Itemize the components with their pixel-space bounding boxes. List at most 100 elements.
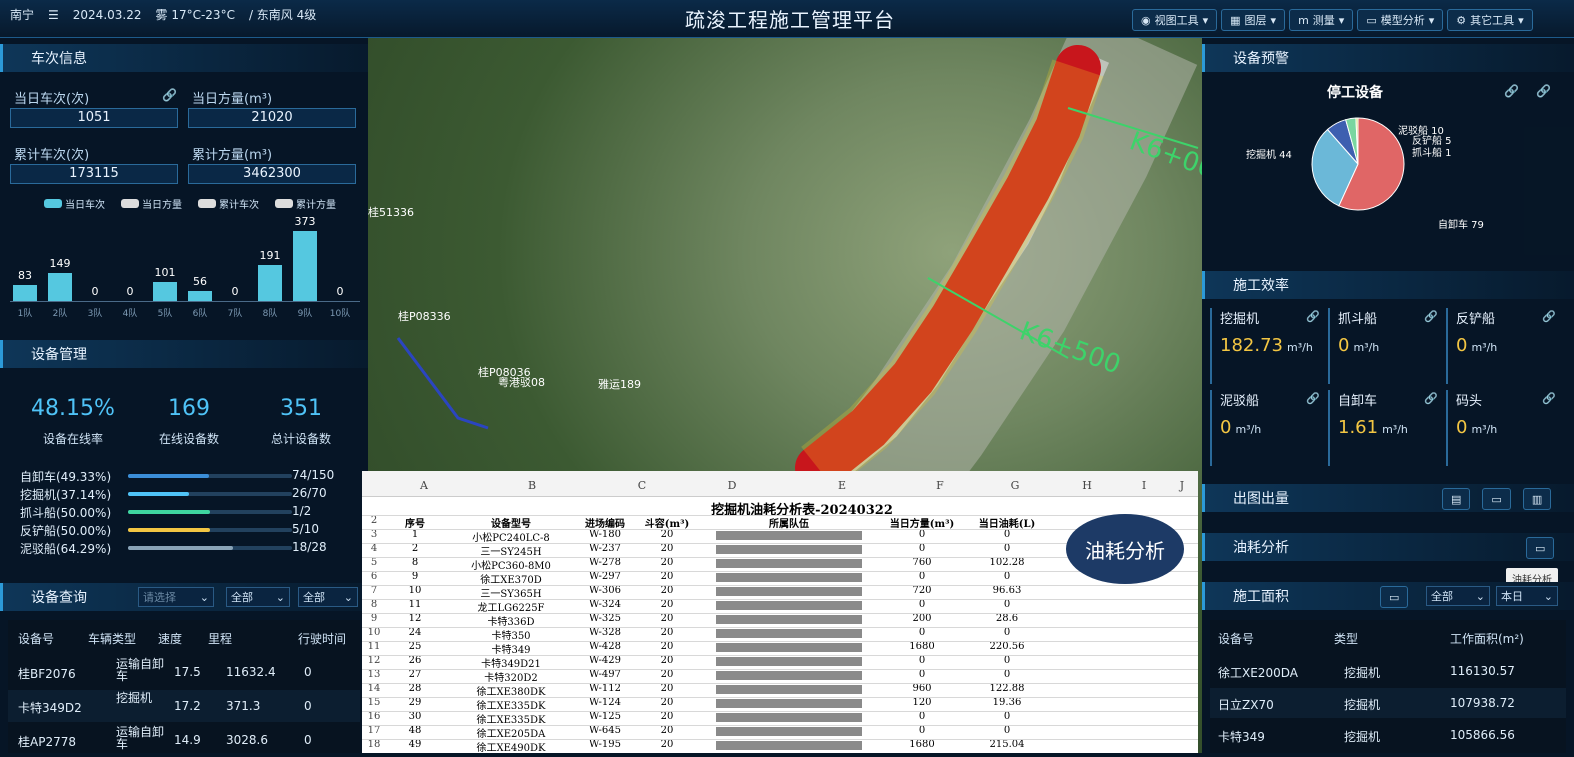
sheet-cell[interactable]: W-180 [578, 529, 632, 540]
sheet-cell[interactable]: 20 [632, 655, 702, 666]
sheet-cell[interactable]: 27 [386, 669, 444, 680]
row-number[interactable]: 4 [364, 543, 384, 554]
sheet-cell[interactable]: 10 [386, 585, 444, 596]
sheet-header-cell[interactable]: 设备型号 [444, 515, 578, 530]
sheet-cell[interactable]: 20 [632, 641, 702, 652]
sheet-cell[interactable]: 9 [386, 571, 444, 582]
team-select[interactable]: 全部 ⌄ [298, 587, 358, 607]
link-icon[interactable]: 🔗 [1306, 310, 1320, 323]
sheet-cell[interactable]: W-124 [578, 697, 632, 708]
sheet-cell[interactable]: 小松PC360-8M0 [444, 557, 578, 572]
status-select[interactable]: 全部 ⌄ [226, 587, 290, 607]
sheet-cell[interactable]: 0 [876, 571, 968, 582]
sheet-cell[interactable]: 0 [876, 725, 968, 736]
sheet-cell[interactable]: 20 [632, 739, 702, 750]
toolbar-button[interactable]: ▦ 图层 ▾ [1221, 9, 1286, 31]
table-row[interactable]: 桂BF2076 运输自卸车 17.5 11632.4 0 [8, 656, 360, 688]
sheet-cell[interactable]: 30 [386, 711, 444, 722]
screen-icon[interactable]: ▭ [1380, 586, 1409, 608]
sheet-cell[interactable]: 徐工XE370D [444, 571, 578, 586]
screen-icon[interactable]: ▭ [1482, 488, 1511, 510]
chart-bar[interactable] [293, 231, 317, 301]
row-number[interactable]: 8 [364, 599, 384, 610]
sheet-cell[interactable]: 徐工XE380DK [444, 683, 578, 698]
document-icon[interactable]: ▤ [1442, 488, 1471, 510]
column-letter[interactable]: C [602, 479, 682, 492]
sheet-cell[interactable]: W-428 [578, 641, 632, 652]
area-period-select[interactable]: 本日 ⌄ [1496, 586, 1558, 606]
sheet-cell[interactable]: 48 [386, 725, 444, 736]
sheet-cell[interactable]: 20 [632, 543, 702, 554]
sheet-cell[interactable]: 0 [968, 669, 1046, 680]
table-row[interactable]: 卡特349D2 挖掘机 17.2 371.3 0 [8, 690, 360, 722]
sheet-cell[interactable]: 0 [876, 711, 968, 722]
sheet-cell[interactable]: 0 [968, 571, 1046, 582]
legend-item[interactable]: 当日车次 [44, 196, 105, 211]
legend-item[interactable]: 当日方量 [121, 196, 182, 211]
sheet-cell[interactable]: W-306 [578, 585, 632, 596]
sheet-cell[interactable]: 0 [876, 543, 968, 554]
row-number[interactable]: 7 [364, 585, 384, 596]
sheet-cell[interactable]: 0 [876, 529, 968, 540]
link-icon[interactable]: 🔗 [1542, 310, 1556, 323]
chart-bar[interactable] [188, 290, 212, 301]
sheet-cell[interactable]: 徐工XE490DK [444, 739, 578, 754]
sheet-cell[interactable]: 0 [876, 655, 968, 666]
sheet-cell[interactable]: 20 [632, 529, 702, 540]
table-row[interactable]: 日立ZX70 挖掘机 107938.72 [1210, 688, 1566, 718]
sheet-cell[interactable]: 200 [876, 613, 968, 624]
link-icon[interactable]: 🔗 [162, 88, 177, 102]
sheet-cell[interactable]: 960 [876, 683, 968, 694]
sheet-cell[interactable]: 卡特320D2 [444, 669, 578, 684]
sheet-cell[interactable]: W-112 [578, 683, 632, 694]
row-number[interactable]: 10 [364, 627, 384, 638]
sheet-cell[interactable]: 1 [386, 529, 444, 540]
table-row[interactable]: 卡特349 挖掘机 105866.56 [1210, 720, 1566, 750]
column-letter[interactable]: B [462, 479, 602, 492]
column-letter[interactable]: J [1166, 479, 1198, 492]
sheet-cell[interactable]: 20 [632, 627, 702, 638]
sheet-cell[interactable]: 102.28 [968, 557, 1046, 568]
sheet-cell[interactable]: 215.04 [968, 739, 1046, 750]
oil-consumption-sheet[interactable]: ABCDEFGHIJ 挖掘机油耗分析表-20240322 2 3 4 5 6 7 8 9 10 1… [362, 471, 1198, 754]
sheet-cell[interactable]: 卡特349 [444, 641, 578, 656]
table-row[interactable]: 桂AP2778 运输自卸车 14.9 3028.6 0 [8, 724, 360, 756]
link-icon[interactable]: 🔗 [1542, 392, 1556, 405]
link-icon[interactable]: 🔗 [1306, 392, 1320, 405]
sheet-cell[interactable]: 20 [632, 585, 702, 596]
sheet-header-cell[interactable]: 当日油耗(L) [968, 515, 1046, 530]
sheet-cell[interactable]: 49 [386, 739, 444, 750]
sheet-cell[interactable]: 徐工XE205DA [444, 725, 578, 740]
link-icon[interactable]: 🔗 [1424, 392, 1438, 405]
sheet-cell[interactable]: W-125 [578, 711, 632, 722]
row-number[interactable]: 13 [364, 669, 384, 680]
toolbar-button[interactable]: ◉ 视图工具 ▾ [1132, 9, 1218, 31]
chart-bar[interactable] [258, 265, 282, 301]
sheet-cell[interactable]: 122.88 [968, 683, 1046, 694]
row-number[interactable]: 11 [364, 641, 384, 652]
oil-analysis-icon[interactable]: ▭ [1526, 537, 1555, 559]
toolbar-button[interactable]: ▭ 模型分析 ▾ [1357, 9, 1444, 31]
sheet-cell[interactable]: 0 [876, 669, 968, 680]
row-number[interactable]: 16 [364, 711, 384, 722]
row-number[interactable]: 12 [364, 655, 384, 666]
sheet-cell[interactable]: W-325 [578, 613, 632, 624]
sheet-cell[interactable]: 0 [968, 655, 1046, 666]
sheet-cell[interactable]: 0 [968, 711, 1046, 722]
area-type-select[interactable]: 全部 ⌄ [1426, 586, 1490, 606]
sheet-cell[interactable]: 96.63 [968, 585, 1046, 596]
sheet-cell[interactable]: 1680 [876, 739, 968, 750]
row-number[interactable]: 15 [364, 697, 384, 708]
sheet-cell[interactable]: W-429 [578, 655, 632, 666]
sheet-cell[interactable]: 220.56 [968, 641, 1046, 652]
sheet-cell[interactable]: 720 [876, 585, 968, 596]
sheet-cell[interactable]: 20 [632, 683, 702, 694]
column-letter[interactable]: F [902, 479, 978, 492]
sheet-cell[interactable]: 0 [968, 543, 1046, 554]
sheet-cell[interactable]: 20 [632, 669, 702, 680]
row-number[interactable]: 17 [364, 725, 384, 736]
sheet-header-cell[interactable]: 斗容(m³) [632, 515, 702, 530]
sheet-cell[interactable]: W-324 [578, 599, 632, 610]
sheet-cell[interactable]: 徐工XE335DK [444, 697, 578, 712]
sheet-cell[interactable]: 20 [632, 599, 702, 610]
